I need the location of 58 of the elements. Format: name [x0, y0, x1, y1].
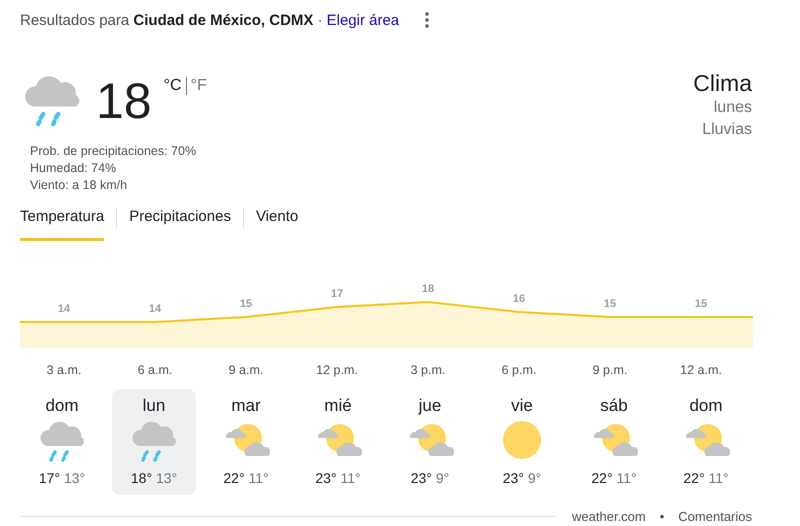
choose-area-link[interactable]: Elegir área: [326, 12, 400, 28]
time-label: 3 a.m.: [46, 363, 82, 377]
time-label: 6 a.m.: [138, 363, 172, 377]
source-link[interactable]: weather.com: [572, 509, 646, 524]
tab[interactable]: Temperatura: [20, 208, 104, 241]
day-name: mar: [231, 396, 261, 416]
more-options-icon[interactable]: [425, 12, 430, 28]
unit-toggle[interactable]: °F: [186, 77, 211, 95]
day-name: vie: [511, 396, 533, 416]
weather-title: Clima: [693, 69, 752, 97]
data-label: 14: [148, 303, 162, 315]
temperature-range: 22° 11°: [223, 470, 269, 486]
day-name: sáb: [600, 396, 628, 416]
day-forecast[interactable]: sáb 22° 11°: [572, 389, 656, 495]
time-label: 3 p.m.: [410, 363, 446, 377]
day-name: lun: [142, 396, 166, 416]
unit-toggle[interactable]: °C: [160, 77, 186, 95]
data-label: 15: [240, 298, 252, 310]
time-label: 9 a.m.: [228, 363, 264, 377]
day-name: dom: [45, 396, 79, 416]
temperature-range: 23° 9°: [410, 470, 450, 486]
time-label: 12 a.m.: [680, 363, 722, 377]
day-forecast[interactable]: dom 22° 11°: [664, 389, 748, 495]
temperature-range: 23° 11°: [315, 470, 361, 486]
day-forecast[interactable]: mar 22° 11°: [204, 389, 288, 495]
day-forecast[interactable]: jue 23° 9°: [388, 389, 472, 495]
tab[interactable]: Precipitaciones: [129, 208, 231, 241]
day-name: dom: [689, 396, 723, 416]
temperature-range: 18° 13°: [130, 470, 178, 486]
temperature-range: 22° 11°: [591, 470, 637, 486]
data-label: 15: [694, 298, 708, 310]
day-forecast[interactable]: dom 17° 13°: [20, 389, 104, 495]
day-name: mié: [324, 396, 352, 416]
data-label: 17: [330, 288, 344, 300]
day-forecast[interactable]: lun 18° 13°: [112, 389, 196, 495]
weather-detail: Viento: a 18 km/h: [30, 177, 128, 194]
day-name: jue: [418, 396, 442, 416]
data-label: 15: [604, 298, 616, 310]
separator-dot: •: [660, 509, 664, 524]
day-forecast[interactable]: vie 23° 9°: [480, 389, 564, 495]
day-name: lunes: [712, 98, 752, 118]
feedback-link[interactable]: Comentarios: [678, 509, 752, 524]
weather-detail: Prob. de precipitaciones: 70%: [30, 143, 198, 160]
temperature-range: 23° 9°: [502, 470, 542, 486]
time-label: 12 p.m.: [316, 363, 358, 377]
temperature-range: 22° 11°: [683, 470, 729, 486]
current-temperature: 18: [96, 73, 152, 129]
weather-detail: Humedad: 74%: [30, 160, 118, 177]
tab[interactable]: Viento: [256, 208, 298, 241]
day-forecast[interactable]: mié 23° 11°: [296, 389, 380, 495]
data-label: 14: [58, 303, 70, 315]
time-label: 9 p.m.: [592, 363, 628, 377]
temperature-range: 17° 13°: [38, 470, 86, 486]
data-label: 18: [422, 283, 434, 295]
data-label: 16: [512, 293, 526, 305]
results-for-text: Resultados para Ciudad de México, CDMX ·: [20, 12, 323, 28]
condition-text: Lluvias: [701, 120, 752, 140]
time-label: 6 p.m.: [502, 363, 536, 377]
